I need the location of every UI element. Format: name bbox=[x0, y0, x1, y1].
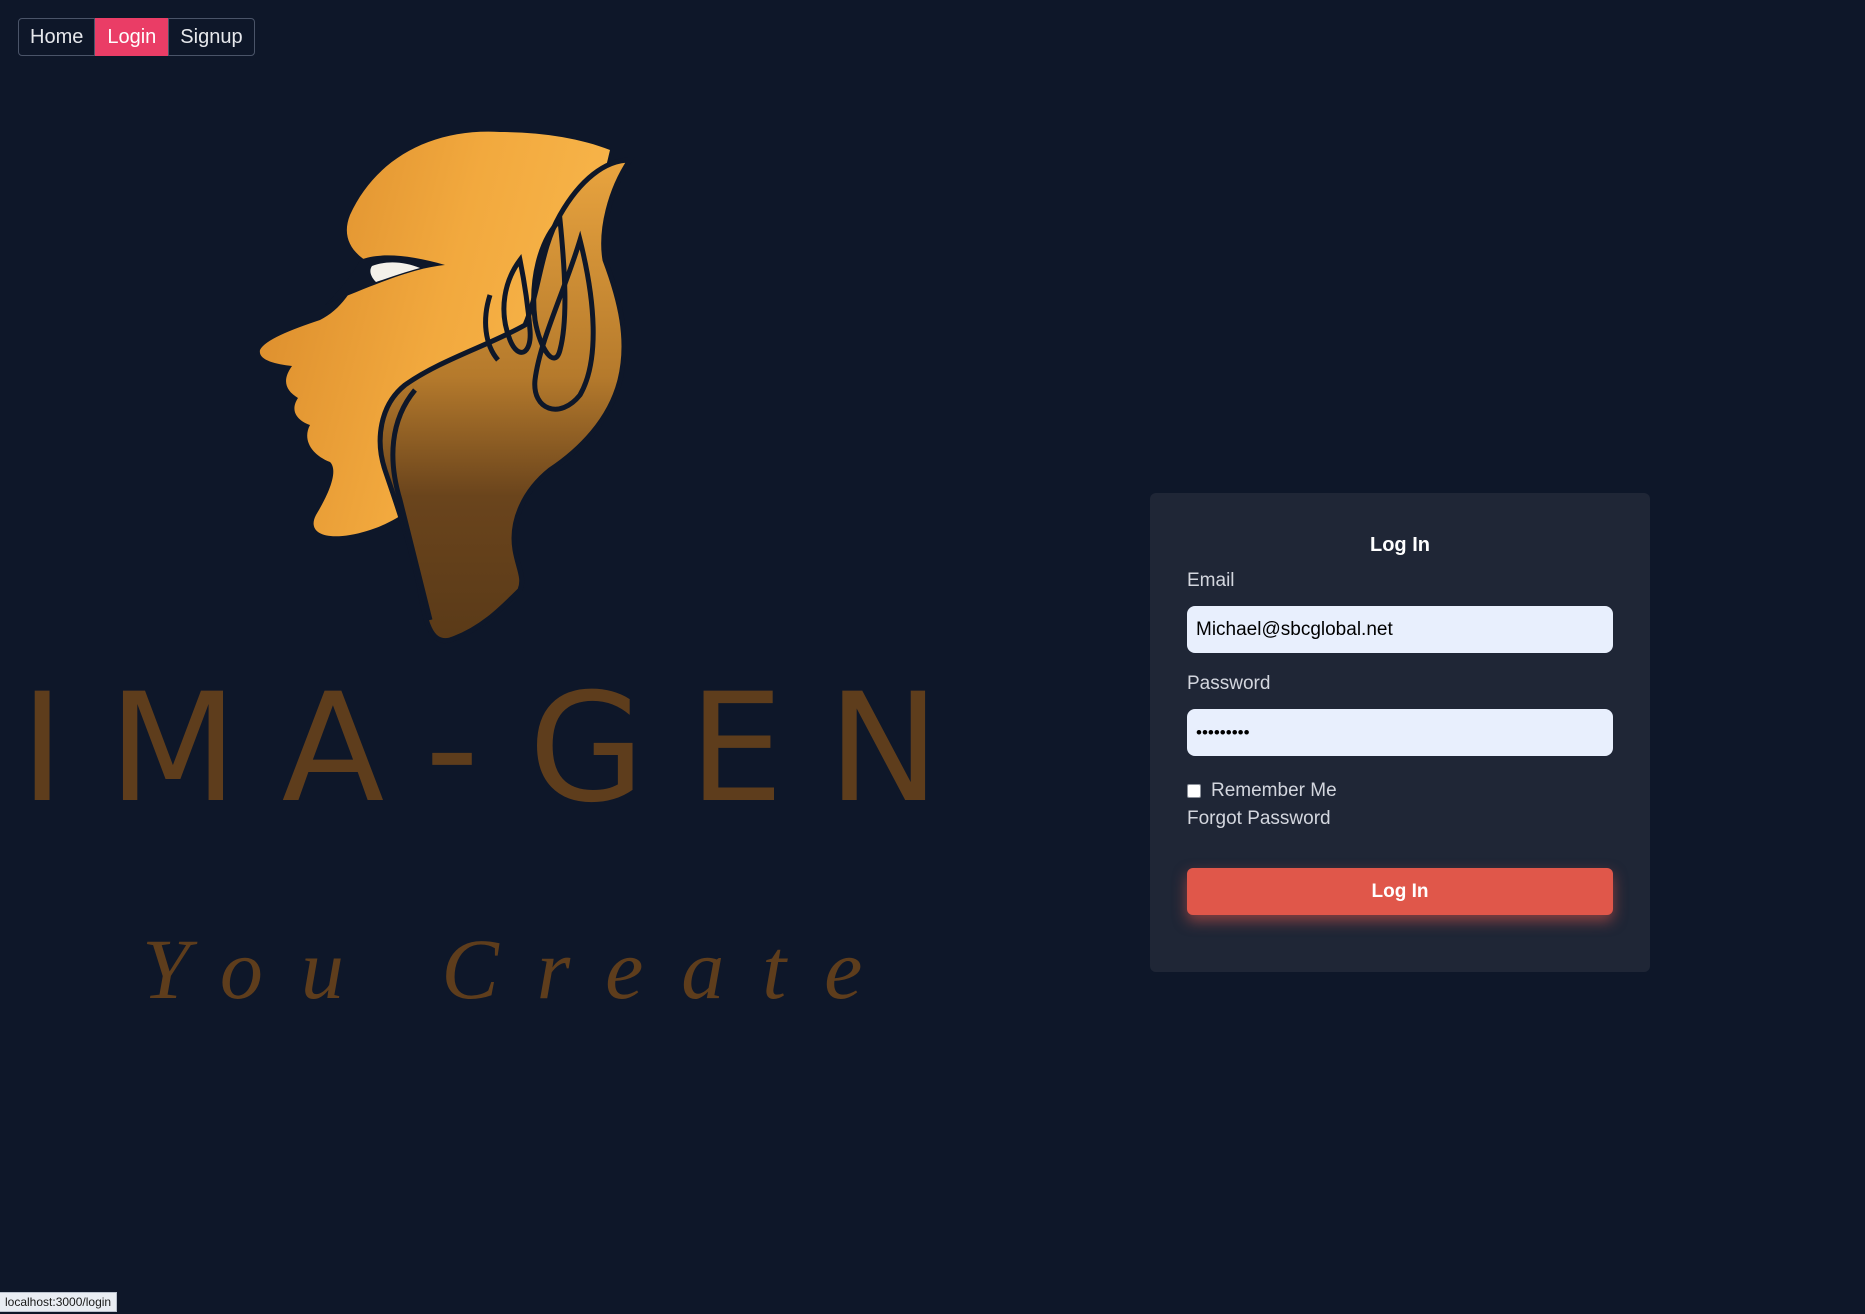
forgot-password-link[interactable]: Forgot Password bbox=[1187, 808, 1613, 832]
remember-me-label[interactable]: Remember Me bbox=[1211, 780, 1337, 802]
login-title: Log In bbox=[1370, 534, 1430, 556]
email-label: Email bbox=[1187, 570, 1235, 591]
nav-signup-button[interactable]: Signup bbox=[168, 18, 255, 56]
login-submit-button[interactable]: Log In bbox=[1187, 868, 1613, 915]
remember-me-row: Remember Me bbox=[1187, 780, 1613, 802]
nav-home-button[interactable]: Home bbox=[18, 18, 96, 56]
head-with-hand-icon: IMA-GEN You Create bbox=[20, 131, 940, 1017]
brand-logo: IMA-GEN You Create bbox=[20, 120, 940, 1025]
brand-wordmark: IMA-GEN bbox=[20, 662, 940, 836]
remember-me-checkbox[interactable] bbox=[1187, 784, 1201, 798]
brand-tagline: You Create bbox=[142, 921, 900, 1017]
nav-login-button[interactable]: Login bbox=[95, 18, 169, 56]
email-field[interactable]: Michael@sbcglobal.net bbox=[1187, 606, 1613, 653]
password-field[interactable]: ••••••••• bbox=[1187, 709, 1613, 756]
password-label: Password bbox=[1187, 673, 1271, 694]
top-nav: Home Login Signup bbox=[18, 18, 255, 56]
login-card: Log In Email Michael@sbcglobal.net Passw… bbox=[1150, 493, 1650, 972]
status-bar-url: localhost:3000/login bbox=[0, 1292, 118, 1312]
